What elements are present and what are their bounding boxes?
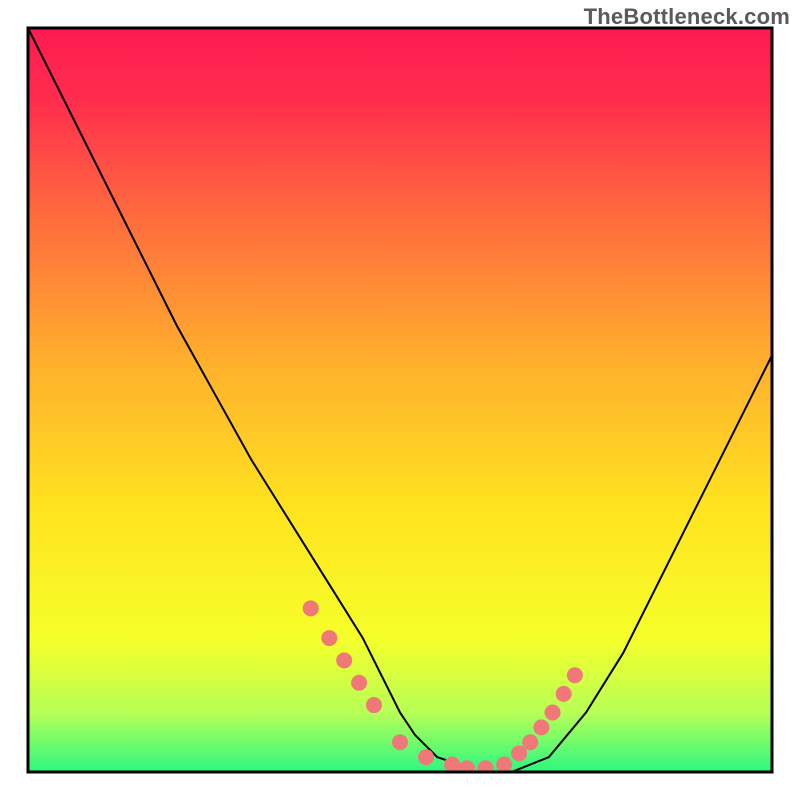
gradient-background: [28, 28, 772, 772]
chart-container: TheBottleneck.com: [0, 0, 800, 800]
marker-point: [336, 652, 352, 668]
marker-point: [478, 760, 494, 776]
marker-point: [545, 704, 561, 720]
marker-point: [496, 757, 512, 773]
marker-point: [303, 600, 319, 616]
marker-point: [459, 760, 475, 776]
marker-point: [351, 675, 367, 691]
marker-point: [556, 686, 572, 702]
watermark-text: TheBottleneck.com: [584, 4, 790, 30]
marker-point: [522, 734, 538, 750]
marker-point: [366, 697, 382, 713]
marker-point: [418, 749, 434, 765]
marker-point: [321, 630, 337, 646]
bottleneck-chart: [0, 0, 800, 800]
marker-point: [567, 667, 583, 683]
marker-point: [533, 719, 549, 735]
marker-point: [444, 757, 460, 773]
marker-point: [392, 734, 408, 750]
